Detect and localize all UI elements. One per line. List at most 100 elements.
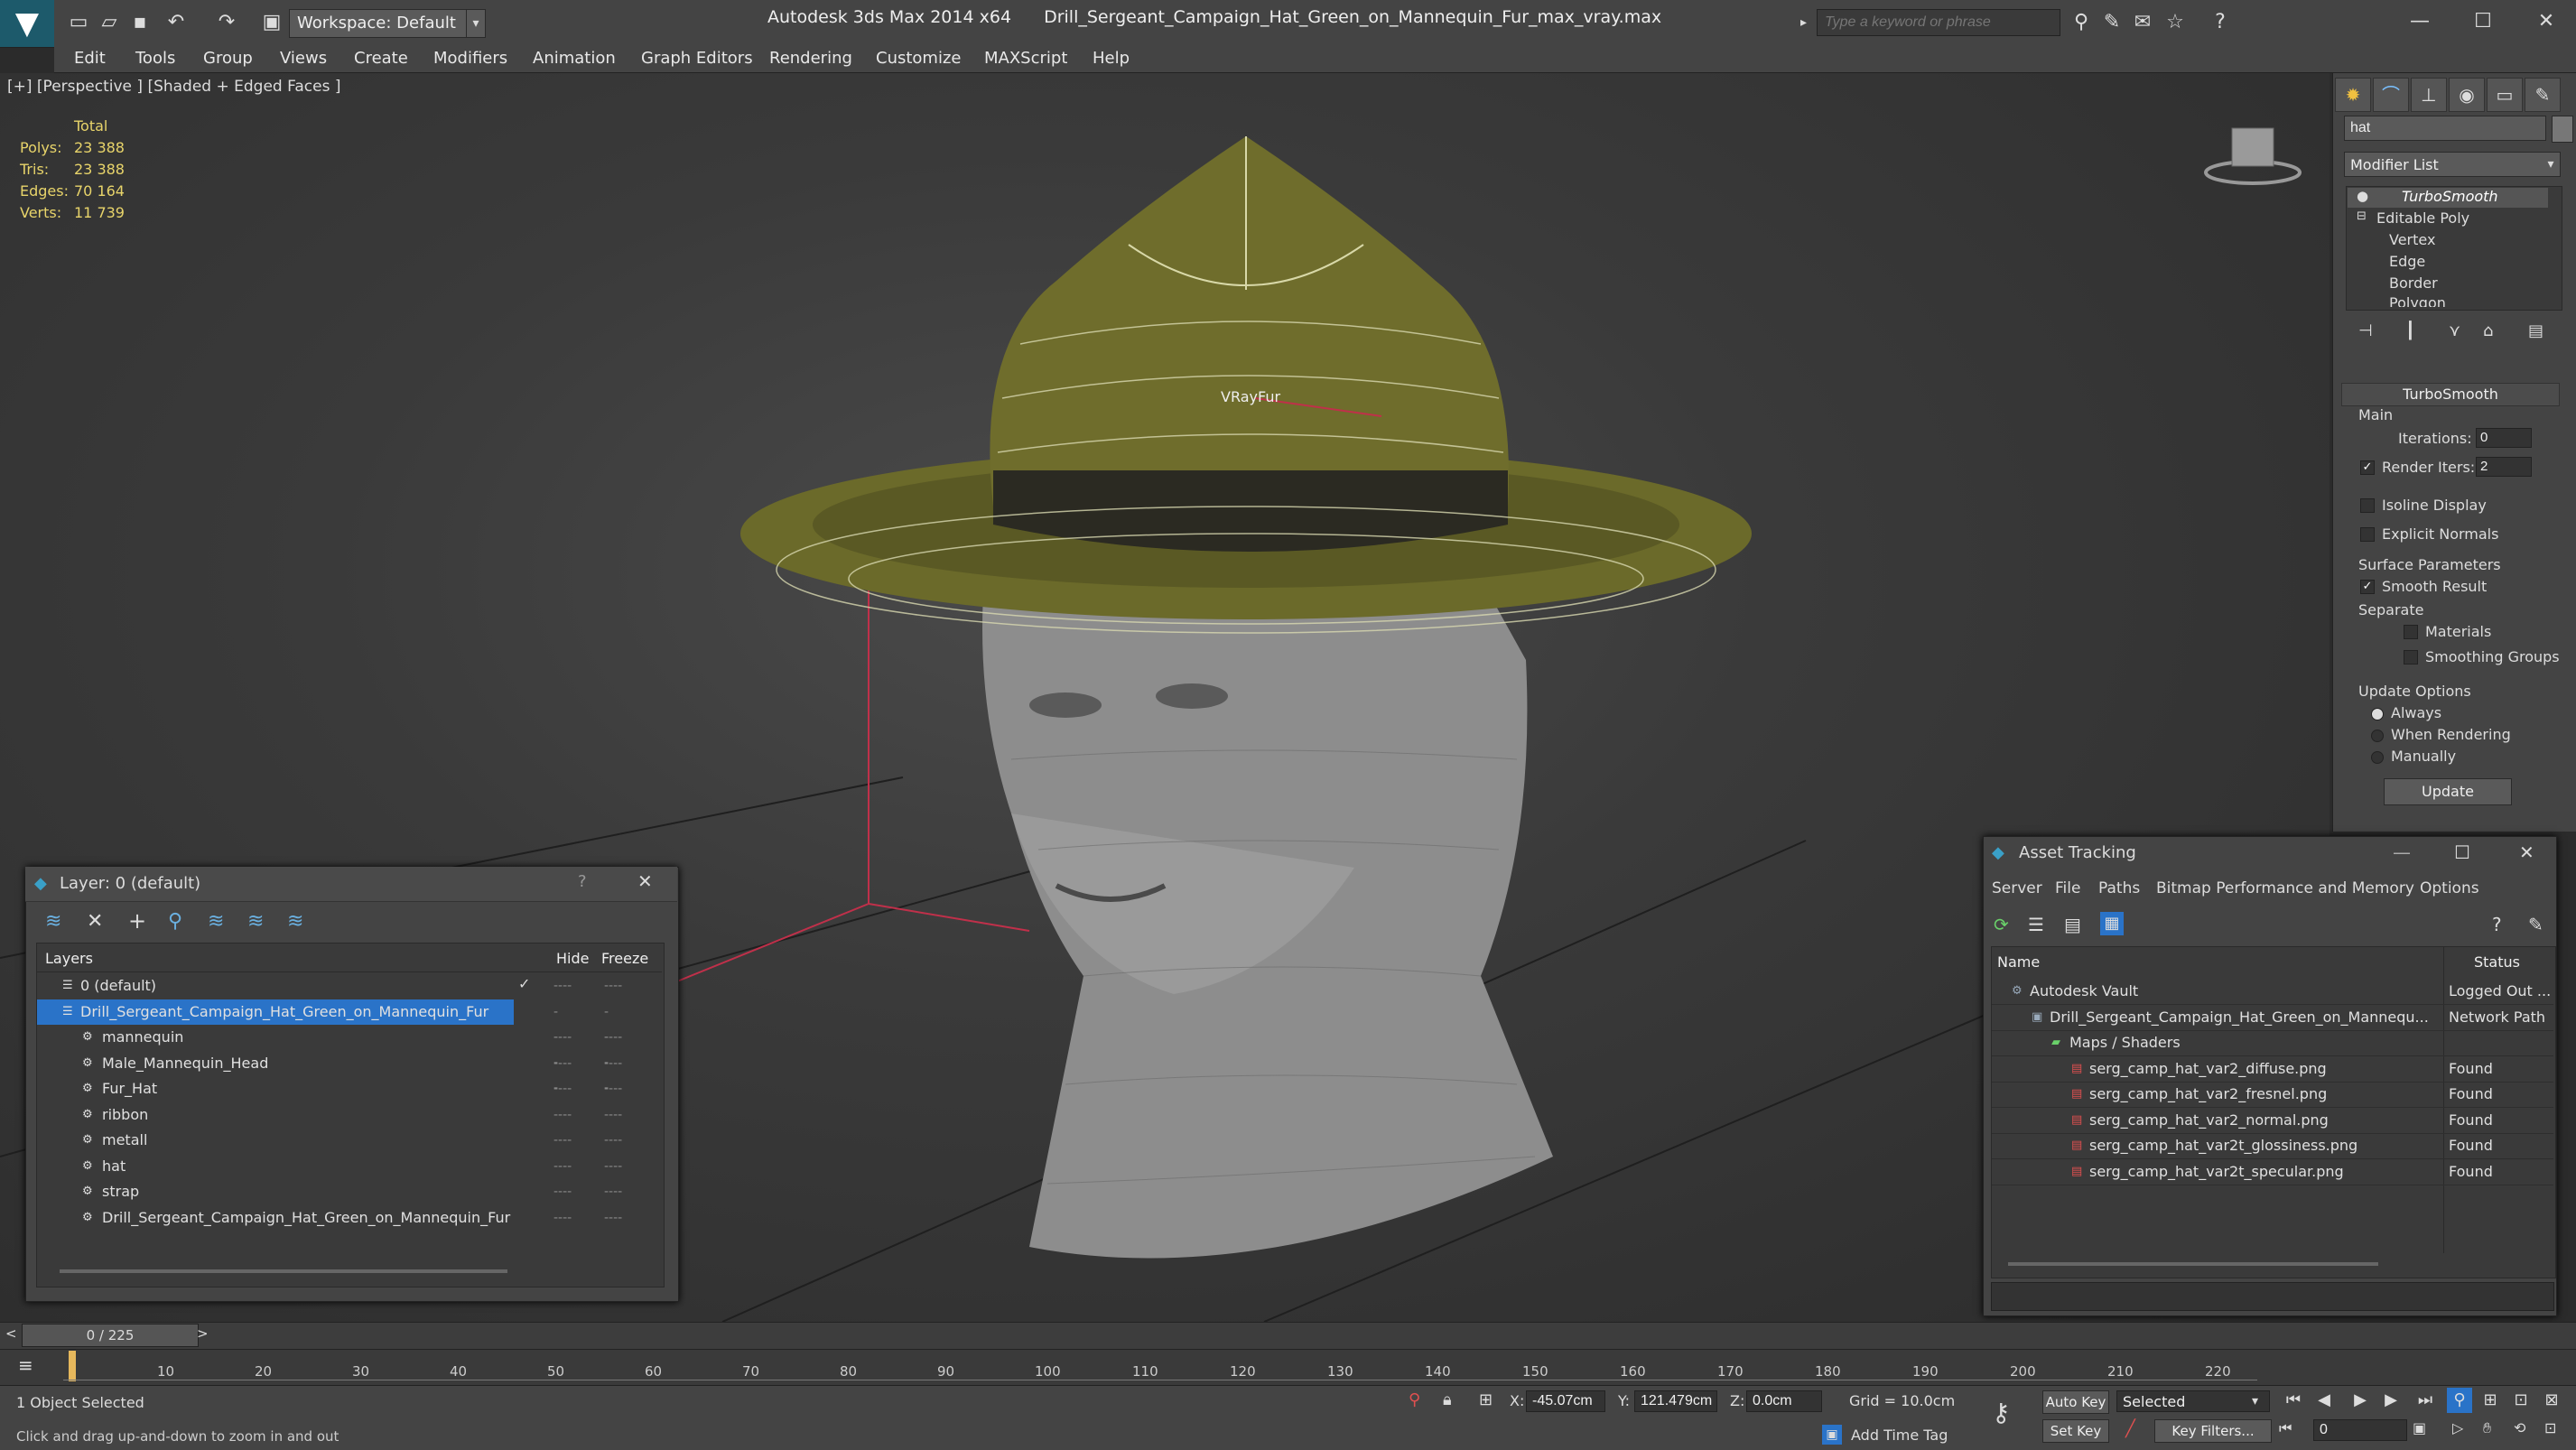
time-config-icon[interactable]: ▣ xyxy=(2413,1419,2426,1436)
search-input[interactable] xyxy=(1817,9,2060,36)
auto-key-button[interactable]: Auto Key xyxy=(2042,1390,2109,1414)
redo-icon[interactable]: ↷ xyxy=(213,9,240,36)
menu-customize[interactable]: Customize xyxy=(876,49,961,68)
x-coordinate-field[interactable] xyxy=(1526,1390,1605,1412)
hide-toggle[interactable]: ---- xyxy=(553,1154,572,1179)
favorites-icon[interactable]: ☆ xyxy=(2162,9,2189,36)
add-to-layer-icon[interactable]: + xyxy=(128,908,146,934)
y-coordinate-field[interactable] xyxy=(1634,1390,1717,1412)
key-icon[interactable]: ⚷ xyxy=(1992,1398,2011,1427)
hide-toggle[interactable]: ---- xyxy=(553,973,572,999)
stack-polygon[interactable]: Polygon xyxy=(2389,294,2446,307)
freeze-toggle[interactable]: ---- xyxy=(604,1076,622,1101)
asset-menu-bitmap-performance[interactable]: Bitmap Performance and Memory xyxy=(2156,879,2414,897)
maximize-viewport-icon[interactable]: ⊡ xyxy=(2544,1419,2556,1436)
col-header-freeze[interactable]: Freeze xyxy=(601,950,648,967)
field-of-view-icon[interactable]: ▷ xyxy=(2452,1419,2463,1436)
layer-row[interactable]: ⚙ ribbon ---- ---- xyxy=(37,1102,662,1128)
isolate-icon[interactable]: ⚲ xyxy=(1409,1390,1420,1409)
current-frame-field[interactable] xyxy=(2313,1419,2407,1441)
zoom-extents-icon[interactable]: ⊡ xyxy=(2508,1388,2534,1413)
z-coordinate-field[interactable] xyxy=(1746,1390,1822,1412)
menu-rendering[interactable]: Rendering xyxy=(769,49,852,68)
highlight-layer-icon[interactable]: ≋ xyxy=(208,910,224,933)
maximize-icon[interactable]: ☐ xyxy=(2454,841,2470,863)
hide-toggle[interactable]: ---- xyxy=(553,1179,572,1204)
freeze-toggle[interactable]: ---- xyxy=(604,1128,622,1153)
key-filters-button[interactable]: Key Filters... xyxy=(2154,1419,2272,1443)
freeze-toggle[interactable]: ---- xyxy=(604,973,622,999)
layer-row[interactable]: ☰ Drill_Sergeant_Campaign_Hat_Green_on_Ma… xyxy=(37,999,609,1095)
frame-counter[interactable]: 0 / 225 xyxy=(22,1324,199,1347)
zoom-all-icon[interactable]: ⊞ xyxy=(2478,1388,2503,1413)
asset-path-field[interactable] xyxy=(1991,1282,2554,1311)
layer-row[interactable]: ⚙ Fur_Hat ---- ---- xyxy=(37,1076,662,1101)
update-button[interactable]: Update xyxy=(2384,778,2512,805)
current-layer-check-icon[interactable]: ✓ xyxy=(518,975,530,992)
hide-toggle[interactable]: ---- xyxy=(553,1102,572,1128)
explicit-normals-checkbox[interactable] xyxy=(2360,527,2375,542)
tools-icon[interactable]: ✎ xyxy=(2098,9,2125,36)
list-view-icon[interactable]: ☰ xyxy=(2028,914,2044,935)
go-to-end-icon[interactable]: ⏭ xyxy=(2413,1388,2438,1413)
asset-menu-server[interactable]: Server xyxy=(1992,879,2042,897)
new-layer-icon[interactable]: ≋ xyxy=(45,910,61,933)
materials-checkbox[interactable] xyxy=(2404,625,2418,639)
layer-row[interactable]: ⚙ hat ---- ---- xyxy=(37,1154,662,1179)
binoculars-icon[interactable]: ⚲ xyxy=(2068,9,2095,36)
stack-editable-poly[interactable]: Editable Poly xyxy=(2376,209,2469,227)
zoom-icon[interactable]: ⚲ xyxy=(2447,1388,2472,1413)
time-slider-handle[interactable] xyxy=(69,1351,76,1381)
menu-views[interactable]: Views xyxy=(280,49,327,68)
expand-icon[interactable]: ⊟ xyxy=(2357,209,2367,223)
layer-row[interactable]: ⚙ strap ---- ---- xyxy=(37,1179,662,1204)
motion-tab-icon[interactable]: ◉ xyxy=(2449,78,2485,112)
menu-group[interactable]: Group xyxy=(203,49,253,68)
time-tag-icon[interactable]: ▣ xyxy=(1822,1425,1842,1445)
help-icon[interactable]: ? xyxy=(2207,9,2234,36)
time-slider-bar[interactable] xyxy=(0,1322,2576,1350)
stack-edge[interactable]: Edge xyxy=(2389,253,2425,270)
freeze-all-icon[interactable]: ≋ xyxy=(287,910,303,933)
create-tab-icon[interactable]: ✹ xyxy=(2335,78,2371,112)
chevron-down-icon[interactable]: ▾ xyxy=(2252,1390,2258,1412)
undo-icon[interactable]: ↶ xyxy=(163,9,190,36)
close-icon[interactable]: ✕ xyxy=(2519,841,2534,863)
asset-row[interactable]: ▤ serg_camp_hat_var2t_specular.png Found xyxy=(1992,1159,2553,1185)
lock-icon[interactable]: 🔒︎ xyxy=(1443,1390,1452,1409)
layer-row[interactable]: ☰ 0 (default) ---- ---- xyxy=(37,973,662,999)
make-unique-icon[interactable]: ⋎ xyxy=(2449,321,2460,340)
stack-border[interactable]: Border xyxy=(2389,274,2438,292)
chevron-down-icon[interactable]: ▾ xyxy=(466,9,486,38)
menu-edit[interactable]: Edit xyxy=(74,49,106,68)
utilities-tab-icon[interactable]: ✎ xyxy=(2525,78,2561,112)
open-mini-curve-editor-icon[interactable]: ≡ xyxy=(18,1354,33,1376)
key-selection-dropdown[interactable]: Selected xyxy=(2116,1390,2270,1412)
light-bulb-icon[interactable]: ● xyxy=(2357,188,2368,204)
modifier-list-dropdown[interactable]: Modifier List xyxy=(2344,152,2561,177)
menu-create[interactable]: Create xyxy=(354,49,408,68)
asset-scrollbar[interactable] xyxy=(2008,1262,2378,1266)
next-frame-icon[interactable]: > xyxy=(197,1325,209,1342)
when-rendering-radio[interactable] xyxy=(2371,730,2384,742)
menu-animation[interactable]: Animation xyxy=(533,49,616,68)
hide-toggle[interactable]: ---- xyxy=(553,1051,572,1076)
freeze-toggle[interactable]: ---- xyxy=(604,1025,622,1050)
stack-turbosmooth[interactable]: TurboSmooth xyxy=(2402,188,2498,205)
asset-menu-file[interactable]: File xyxy=(2055,879,2080,897)
asset-row[interactable]: ▤ serg_camp_hat_var2_fresnel.png Found xyxy=(1992,1082,2553,1108)
remove-modifier-icon[interactable]: ⌂ xyxy=(2483,321,2493,340)
menu-tools[interactable]: Tools xyxy=(135,49,175,68)
pin-stack-icon[interactable]: ⊣ xyxy=(2358,321,2373,340)
isoline-display-checkbox[interactable] xyxy=(2360,498,2375,513)
asset-row[interactable]: ⚙ Autodesk Vault Logged Out ... xyxy=(1992,979,2553,1005)
key-mode-icon[interactable]: ⏮ xyxy=(2279,1419,2292,1437)
table-view-icon[interactable]: ▦ xyxy=(2100,912,2124,935)
go-to-start-icon[interactable]: ⏮ xyxy=(2281,1388,2306,1413)
turbosmooth-rollout-header[interactable]: TurboSmooth xyxy=(2341,383,2560,406)
smoothing-groups-checkbox[interactable] xyxy=(2404,650,2418,665)
col-header-layers[interactable]: Layers xyxy=(45,950,93,967)
smooth-result-checkbox[interactable]: ✓ xyxy=(2360,580,2375,594)
play-icon[interactable]: ▸ xyxy=(1800,9,1815,36)
render-iters-checkbox[interactable]: ✓ xyxy=(2360,460,2375,475)
